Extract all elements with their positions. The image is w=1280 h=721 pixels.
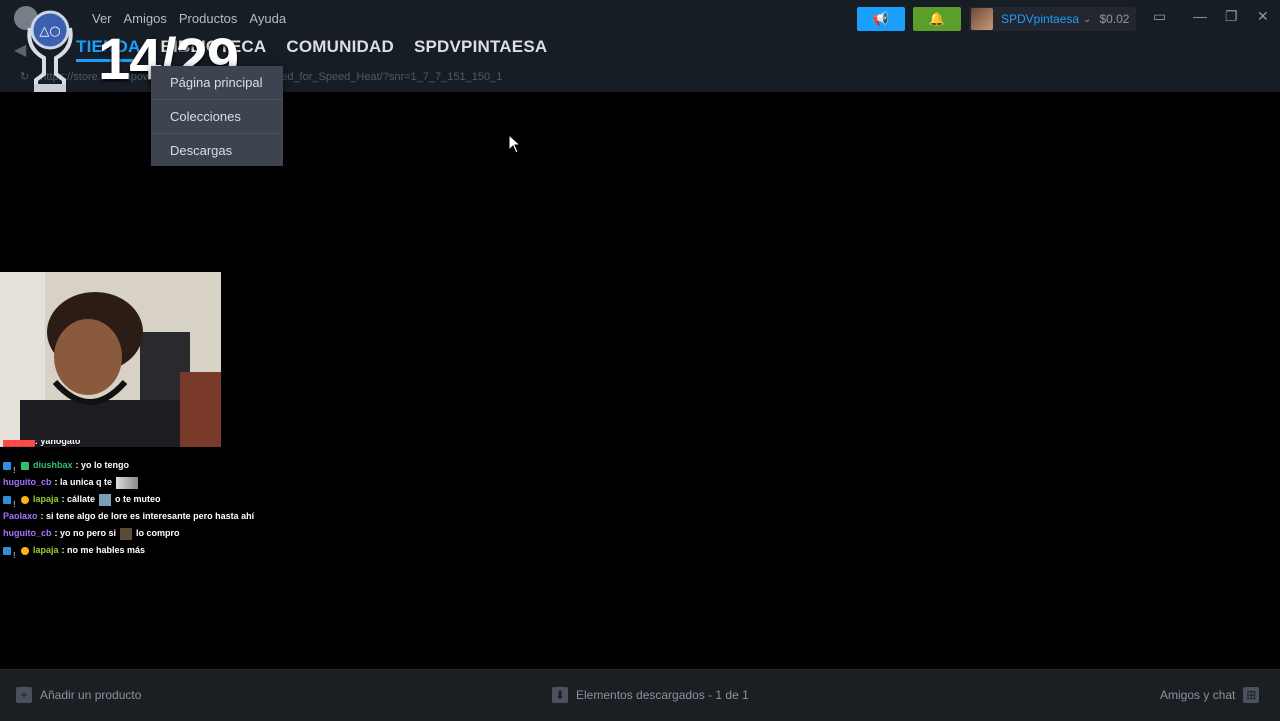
downloads-label: Elementos descargados - 1 de 1 [576,688,749,702]
announcements-button[interactable]: 📢 [857,7,905,31]
downloads-status[interactable]: ⬇ Elementos descargados - 1 de 1 [552,687,749,703]
tab-profile[interactable]: SPDVPINTAESA [414,37,547,62]
avatar [971,8,993,30]
webcam-feed [0,272,221,447]
megaphone-icon: 📢 [872,11,890,26]
chat-username: █████ [3,440,35,446]
account-menu[interactable]: SPDVpintaesa ⌄ $0.02 [969,7,1136,31]
library-dropdown: Página principal Colecciones Descargas [151,66,283,166]
tab-comunidad[interactable]: COMUNIDAD [286,37,394,62]
chat-username: huguito_cb [3,528,52,538]
chat-message: huguito_cb : la unica q te [3,474,283,491]
menu-item-ayuda[interactable]: Ayuda [249,11,286,26]
menu-item-amigos[interactable]: Amigos [124,11,167,26]
chat-username: lapaja [33,545,59,555]
chat-text: : si tene algo de lore es interesante pe… [40,511,255,521]
chat-text: : cállate [61,494,96,504]
bits-badge-icon [21,546,29,555]
download-icon: ⬇ [552,687,568,703]
friends-chat-label: Amigos y chat [1160,688,1236,702]
close-icon[interactable]: ✕ [1257,8,1269,25]
friends-icon: ⊞ [1243,687,1260,703]
restore-icon[interactable]: ❐ [1225,8,1238,25]
stream-chat: █████ : yahogato ! diushbax : yo lo teng… [3,440,283,560]
bell-icon: 🔔 [928,11,946,26]
chat-username: Paolaxo [3,511,38,521]
chat-text-after: o te muteo [115,494,161,504]
sub-badge-icon [21,461,29,470]
chat-text: : no me hables más [61,545,146,555]
chat-message: ! lapaja : no me hables más [3,542,283,560]
minimize-icon[interactable]: — [1193,8,1207,24]
chat-message: huguito_cb : yo no pero si lo compro [3,525,283,542]
chevron-down-icon: ⌄ [1083,13,1092,25]
notifications-button[interactable]: 🔔 [913,7,961,31]
account-name: SPDVpintaesa [1001,12,1080,26]
prime-badge-icon [3,461,11,470]
add-product-button[interactable]: + Añadir un producto [16,687,141,703]
playstation-trophy-icon: △○ [27,10,73,92]
key-badge-icon: ! [13,550,16,560]
chat-username: lapaja [33,494,59,504]
plus-icon: + [16,687,32,703]
key-badge-icon: ! [13,499,16,509]
chat-message: ! diushbax : yo lo tengo [3,457,283,475]
chat-username: diushbax [33,460,73,470]
dropdown-item-downloads[interactable]: Descargas [151,133,283,167]
emote-icon [116,476,139,489]
menu-item-ver[interactable]: Ver [92,11,112,26]
steam-footer: + Añadir un producto ⬇ Elementos descarg… [0,669,1280,721]
big-picture-icon[interactable]: ▭ [1153,8,1166,25]
wallet-balance: $0.02 [1099,12,1130,26]
chat-text: : yahogato [34,440,81,446]
dropdown-item-collections[interactable]: Colecciones [151,99,283,133]
svg-text:△○: △○ [39,24,60,39]
chat-text: : yo lo tengo [75,460,130,470]
mouse-cursor-icon [508,134,522,154]
emote-icon [120,527,133,540]
chat-text: : yo no pero si [54,528,117,538]
chat-text: : la unica q te [54,477,113,487]
chat-username: huguito_cb [3,477,52,487]
key-badge-icon: ! [13,465,16,475]
chat-message: Paolaxo : si tene algo de lore es intere… [3,508,283,525]
add-product-label: Añadir un producto [40,688,142,702]
chat-message: ! lapaja : cállate o te muteo [3,491,283,509]
chat-text-after: lo compro [136,528,180,538]
prime-badge-icon [3,495,11,504]
chat-message: █████ : yahogato [3,440,283,450]
friends-chat-button[interactable]: Amigos y chat ⊞ [1160,687,1260,703]
bits-badge-icon [21,495,29,504]
dropdown-item-home[interactable]: Página principal [151,66,283,99]
emote-icon [99,493,112,506]
prime-badge-icon [3,546,11,555]
menu-item-productos[interactable]: Productos [179,11,238,26]
